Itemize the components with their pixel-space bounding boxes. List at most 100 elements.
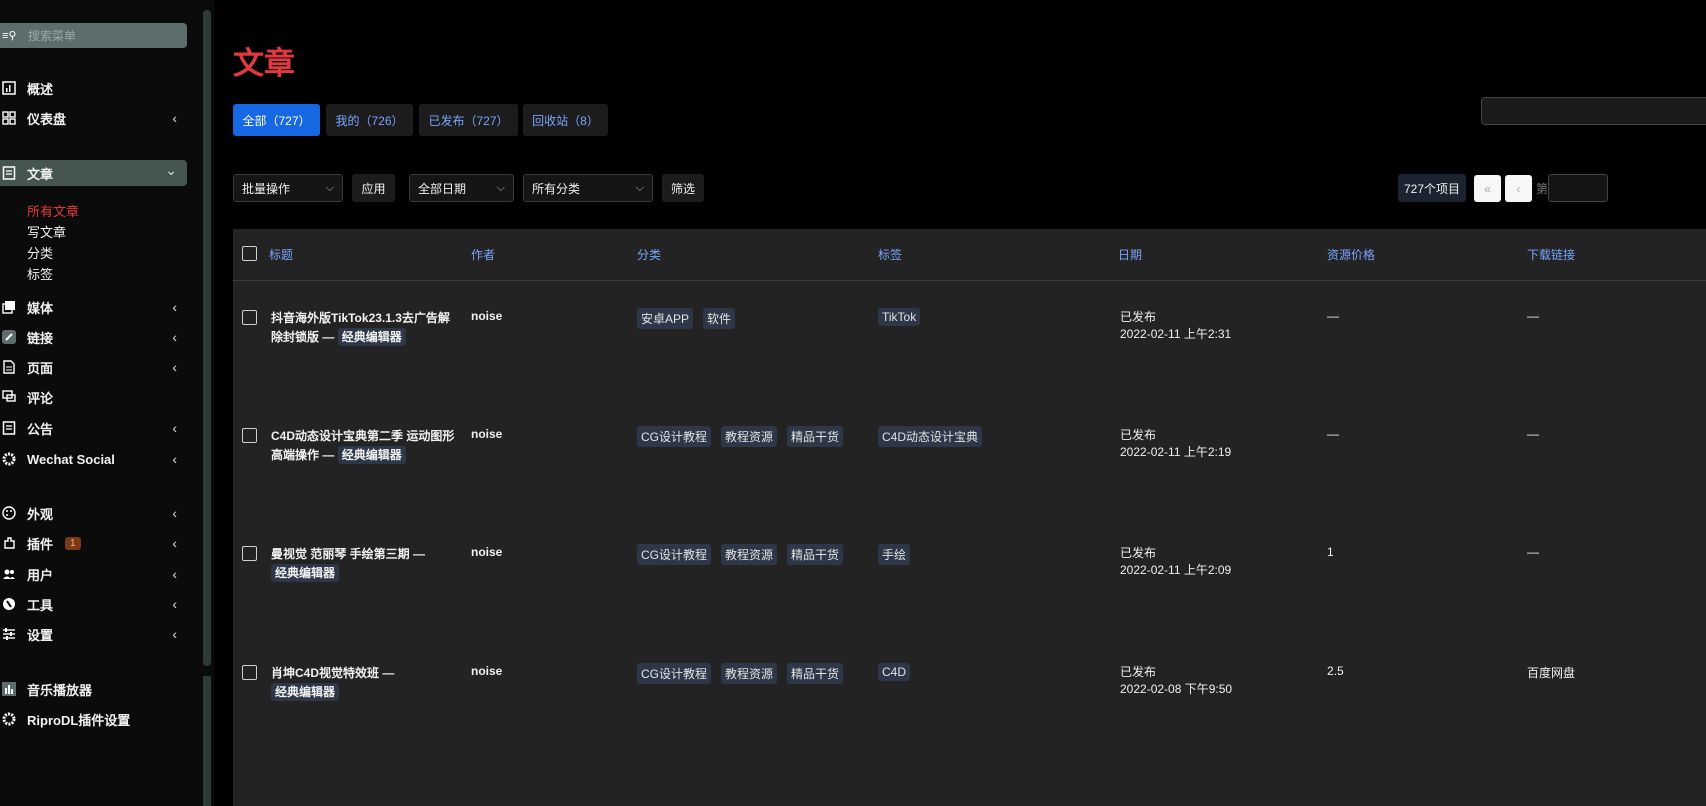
category-chip[interactable]: 安卓APP <box>637 308 694 329</box>
plugin-icon <box>2 536 16 550</box>
chevron-down-icon: ⌄ <box>165 162 177 178</box>
tag-chip[interactable]: 手绘 <box>878 544 911 565</box>
post-status: 已发布 <box>1120 428 1157 442</box>
post-date: 已发布 2022-02-11 上午2:09 <box>1120 545 1231 579</box>
submenu-tags[interactable]: 标签 <box>27 264 53 283</box>
sidebar-item-plugins[interactable]: 插件 1 ‹ <box>0 529 187 557</box>
gear-icon <box>2 712 16 726</box>
post-status: 已发布 <box>1120 546 1157 560</box>
users-icon <box>2 567 16 581</box>
tag-chip[interactable]: C4D动态设计宝典 <box>878 426 983 447</box>
table-row: 抖音海外版TikTok23.1.3去广告解除封锁版 — 经典编辑器 noise … <box>233 308 1706 427</box>
category-chip[interactable]: 教程资源 <box>721 544 778 565</box>
grid-icon <box>2 111 16 125</box>
row-checkbox[interactable] <box>242 428 257 443</box>
post-status: 已发布 <box>1120 665 1157 679</box>
document-icon <box>2 166 16 180</box>
first-page-button[interactable]: « <box>1474 175 1501 202</box>
post-title-text[interactable]: 曼视觉 范丽琴 手绘第三期 — <box>271 547 425 561</box>
sidebar-item-riprodl-settings[interactable]: RiproDL插件设置 <box>0 705 187 733</box>
column-date[interactable]: 日期 <box>1118 246 1142 263</box>
post-categories: 安卓APP 软件 <box>637 308 736 329</box>
search-icon: ≡⚲ <box>2 30 17 42</box>
sidebar-item-posts[interactable]: 文章 ⌄ <box>0 160 187 186</box>
sidebar-item-comments[interactable]: 评论 <box>0 383 187 411</box>
sidebar-item-appearance[interactable]: 外观 ‹ <box>0 499 187 527</box>
sidebar-item-links[interactable]: 链接 ‹ <box>0 323 187 351</box>
sidebar-item-label: 仪表盘 <box>27 111 67 127</box>
sidebar-item-media[interactable]: 媒体 ‹ <box>0 293 187 321</box>
category-chip[interactable]: 教程资源 <box>721 663 778 684</box>
view-published[interactable]: 已发布（727） <box>419 104 518 136</box>
sidebar-item-dashboard[interactable]: 仪表盘 ‹ <box>0 104 187 132</box>
scrollbar-track <box>203 676 211 806</box>
view-mine[interactable]: 我的（726） <box>326 104 413 136</box>
submenu-categories[interactable]: 分类 <box>27 243 53 262</box>
filter-button[interactable]: 筛选 <box>662 174 704 202</box>
bulk-action-select[interactable]: 批量操作 ⌵ <box>233 174 343 202</box>
post-author[interactable]: noise <box>471 427 502 441</box>
category-chip[interactable]: 精品干货 <box>787 663 844 684</box>
post-search-input[interactable] <box>1481 97 1706 125</box>
menu-search-input[interactable]: ≡⚲ 搜索菜单 <box>0 23 187 48</box>
table-row: C4D动态设计宝典第二季 运动图形高端操作 — 经典编辑器 noise CG设计… <box>233 426 1706 545</box>
date-filter-select[interactable]: 全部日期 ⌵ <box>409 174 514 202</box>
prev-page-button[interactable]: ‹ <box>1505 175 1532 202</box>
post-title[interactable]: 曼视觉 范丽琴 手绘第三期 — 经典编辑器 <box>271 545 461 583</box>
category-chip[interactable]: 精品干货 <box>787 426 844 447</box>
items-count: 727个项目 <box>1398 174 1466 202</box>
post-title-text[interactable]: 肖坤C4D视觉特效班 — <box>271 666 394 680</box>
sidebar-item-settings[interactable]: 设置 ‹ <box>0 620 187 648</box>
chevron-left-icon: ‹ <box>172 110 177 126</box>
row-checkbox[interactable] <box>242 665 257 680</box>
post-price: 2.5 <box>1327 664 1344 678</box>
page-icon <box>2 360 16 374</box>
sidebar-item-wechat-social[interactable]: Wechat Social ‹ <box>0 445 187 473</box>
post-price: 1 <box>1327 545 1334 559</box>
post-title[interactable]: 肖坤C4D视觉特效班 — 经典编辑器 <box>271 664 461 702</box>
sidebar-item-music-player[interactable]: 音乐播放器 <box>0 675 187 703</box>
post-categories: CG设计教程 教程资源 精品干货 <box>637 544 844 565</box>
current-page-input[interactable] <box>1548 174 1608 202</box>
scrollbar-thumb[interactable] <box>203 10 211 666</box>
row-checkbox[interactable] <box>242 546 257 561</box>
view-all[interactable]: 全部（727） <box>233 104 320 136</box>
submenu-all-posts[interactable]: 所有文章 <box>27 201 79 220</box>
view-trash[interactable]: 回收站（8） <box>523 104 608 136</box>
category-chip[interactable]: 软件 <box>703 308 736 329</box>
chevron-left-icon: ‹ <box>172 535 177 551</box>
category-filter-select[interactable]: 所有分类 ⌵ <box>523 174 653 202</box>
post-datetime: 2022-02-11 上午2:19 <box>1120 445 1232 459</box>
column-title[interactable]: 标题 <box>269 246 293 263</box>
post-author[interactable]: noise <box>471 545 502 559</box>
chevron-left-icon: ‹ <box>172 420 177 436</box>
sidebar-item-label: 用户 <box>27 567 54 583</box>
category-chip[interactable]: 精品干货 <box>787 544 844 565</box>
media-icon <box>2 300 16 314</box>
row-checkbox[interactable] <box>242 310 257 325</box>
menu-search-placeholder: 搜索菜单 <box>28 29 77 43</box>
music-chart-icon <box>2 682 16 696</box>
sidebar-item-notices[interactable]: 公告 ‹ <box>0 414 187 442</box>
category-chip[interactable]: CG设计教程 <box>637 663 712 684</box>
apply-button[interactable]: 应用 <box>352 174 395 202</box>
post-title[interactable]: C4D动态设计宝典第二季 运动图形高端操作 — 经典编辑器 <box>271 427 461 465</box>
select-all-checkbox[interactable] <box>242 246 257 261</box>
category-chip[interactable]: CG设计教程 <box>637 426 712 447</box>
sidebar-item-tools[interactable]: 工具 ‹ <box>0 590 187 618</box>
post-title[interactable]: 抖音海外版TikTok23.1.3去广告解除封锁版 — 经典编辑器 <box>271 309 461 347</box>
sidebar-item-pages[interactable]: 页面 ‹ <box>0 353 187 381</box>
sidebar-scrollbar[interactable] <box>200 0 214 806</box>
post-author[interactable]: noise <box>471 664 502 678</box>
sidebar-item-overview[interactable]: 概述 <box>0 74 187 102</box>
category-chip[interactable]: 教程资源 <box>721 426 778 447</box>
tag-chip[interactable]: TikTok <box>878 308 921 326</box>
sidebar-item-label: 插件 <box>27 536 54 552</box>
submenu-new-post[interactable]: 写文章 <box>27 222 66 241</box>
category-chip[interactable]: CG设计教程 <box>637 544 712 565</box>
tag-chip[interactable]: C4D <box>878 663 911 681</box>
sidebar-item-users[interactable]: 用户 ‹ <box>0 560 187 588</box>
chevron-left-icon: ‹ <box>172 566 177 582</box>
post-author[interactable]: noise <box>471 309 502 323</box>
column-price: 资源价格 <box>1327 248 1376 262</box>
